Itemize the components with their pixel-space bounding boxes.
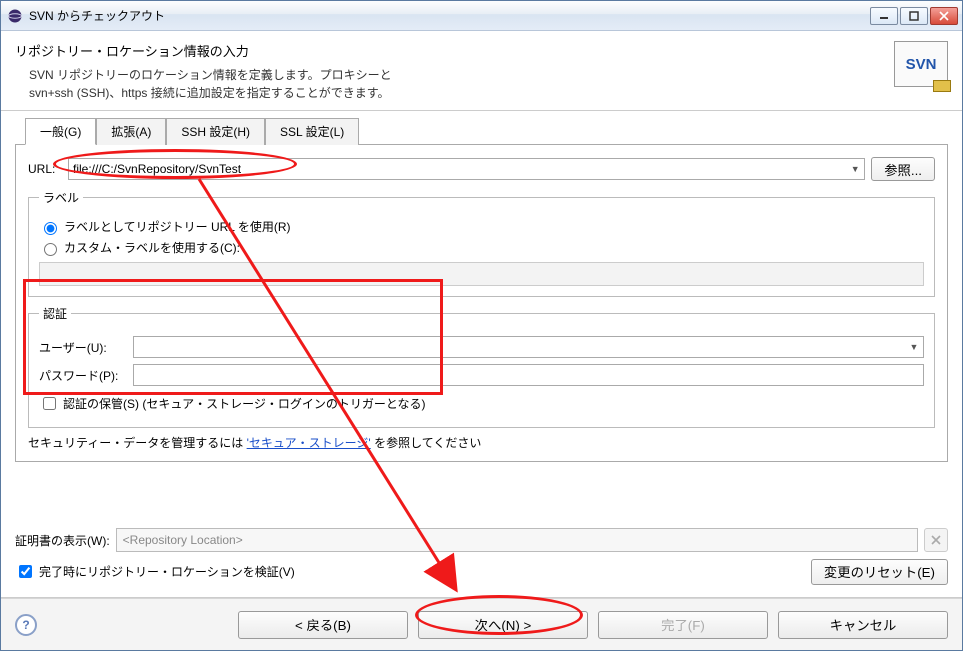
- header-desc-line1: SVN リポジトリーのロケーション情報を定義します。プロキシーと: [29, 66, 894, 84]
- user-input[interactable]: [133, 336, 924, 358]
- maximize-button[interactable]: [900, 7, 928, 25]
- tab-ssh[interactable]: SSH 設定(H): [166, 118, 265, 145]
- dialog-header: リポジトリー・ロケーション情報の入力 SVN リポジトリーのロケーション情報を定…: [1, 31, 962, 111]
- auth-group: 認証 ユーザー(U): ▼ パスワード(P): 認証の保管(S) (セキュア・ス…: [28, 305, 935, 428]
- validate-label: 完了時にリポジトリー・ロケーションを検証(V): [39, 563, 295, 580]
- radio-custom-label[interactable]: [44, 243, 57, 256]
- password-input[interactable]: [133, 364, 924, 386]
- url-label: URL:: [28, 162, 62, 176]
- cancel-button[interactable]: キャンセル: [778, 611, 948, 639]
- auth-legend: 認証: [39, 305, 71, 322]
- cert-clear-button[interactable]: [924, 528, 948, 552]
- eclipse-icon: [7, 8, 23, 24]
- cert-combo[interactable]: <Repository Location>: [116, 528, 918, 552]
- help-icon[interactable]: ?: [15, 614, 37, 636]
- validate-checkbox[interactable]: [19, 565, 32, 578]
- close-button[interactable]: [930, 7, 958, 25]
- svn-logo-icon: SVN: [894, 41, 948, 87]
- browse-button[interactable]: 参照...: [871, 157, 935, 181]
- label-legend: ラベル: [39, 189, 83, 206]
- chevron-down-icon[interactable]: ▼: [847, 160, 863, 178]
- reset-changes-button[interactable]: 変更のリセット(E): [811, 559, 948, 585]
- secure-storage-note: セキュリティー・データを管理するには 'セキュア・ストレージ' を参照してくださ…: [28, 434, 935, 451]
- back-button[interactable]: < 戻る(B): [238, 611, 408, 639]
- tab-panel-general: URL: ▼ 参照... ラベル ラベルとしてリポジトリー URL を使用(R)…: [15, 144, 948, 462]
- label-group: ラベル ラベルとしてリポジトリー URL を使用(R) カスタム・ラベルを使用す…: [28, 189, 935, 297]
- radio-use-url[interactable]: [44, 222, 57, 235]
- tab-extended[interactable]: 拡張(A): [96, 118, 166, 145]
- cert-label: 証明書の表示(W):: [15, 532, 110, 549]
- tab-bar: 一般(G) 拡張(A) SSH 設定(H) SSL 設定(L): [25, 117, 948, 144]
- titlebar: SVN からチェックアウト: [1, 1, 962, 31]
- save-auth-label: 認証の保管(S) (セキュア・ストレージ・ログインのトリガーとなる): [63, 395, 426, 412]
- tab-general[interactable]: 一般(G): [25, 118, 96, 145]
- tab-ssl[interactable]: SSL 設定(L): [265, 118, 359, 145]
- chevron-down-icon[interactable]: ▼: [906, 338, 922, 356]
- header-title: リポジトリー・ロケーション情報の入力: [15, 41, 894, 60]
- user-label: ユーザー(U):: [39, 339, 127, 356]
- finish-button: 完了(F): [598, 611, 768, 639]
- window-title: SVN からチェックアウト: [29, 7, 870, 24]
- header-desc-line2: svn+ssh (SSH)、https 接続に追加設定を指定することができます。: [29, 84, 894, 102]
- minimize-button[interactable]: [870, 7, 898, 25]
- button-bar: ? < 戻る(B) 次へ(N) > 完了(F) キャンセル: [1, 598, 962, 650]
- save-auth-checkbox[interactable]: [43, 397, 56, 410]
- secure-storage-link[interactable]: 'セキュア・ストレージ': [247, 436, 371, 450]
- custom-label-input: [39, 262, 924, 286]
- next-button[interactable]: 次へ(N) >: [418, 611, 588, 639]
- radio-custom-label-text: カスタム・ラベルを使用する(C):: [64, 239, 240, 256]
- url-combo[interactable]: [68, 158, 865, 180]
- password-label: パスワード(P):: [39, 367, 127, 384]
- radio-use-url-label: ラベルとしてリポジトリー URL を使用(R): [64, 218, 291, 235]
